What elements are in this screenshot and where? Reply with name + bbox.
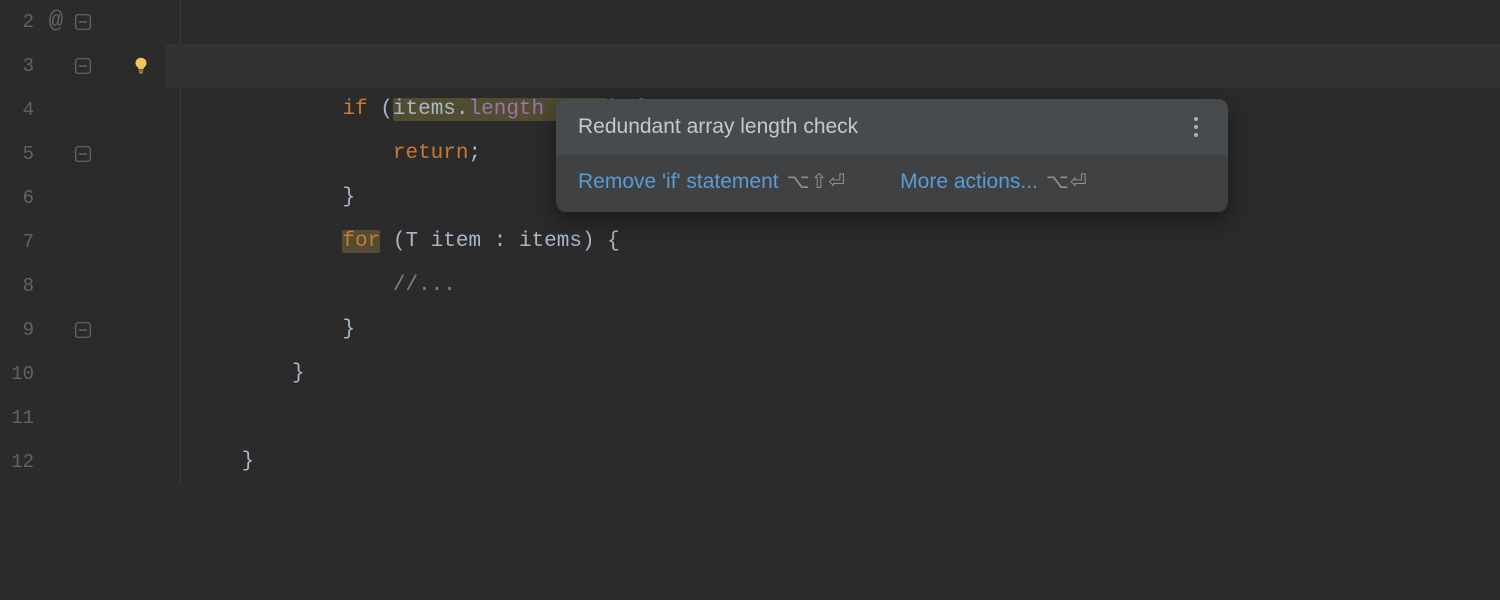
code-line[interactable] xyxy=(166,352,1500,396)
line-number: 2 xyxy=(0,0,34,44)
code-line-current[interactable]: if (items.length == 0) { xyxy=(166,44,1500,88)
quickfix-remove-if[interactable]: Remove 'if' statement xyxy=(578,170,779,194)
gutter-markers xyxy=(100,0,166,600)
inspection-popup: Redundant array length check Remove 'if'… xyxy=(556,99,1228,212)
gutter-fold xyxy=(70,0,100,600)
annotation-at-icon[interactable]: @ xyxy=(42,0,70,44)
line-number: 10 xyxy=(0,352,34,396)
gutter-line-numbers: 2 3 4 5 6 7 8 9 10 11 12 xyxy=(0,0,42,600)
code-line[interactable]: } xyxy=(166,308,1500,352)
fold-toggle-icon[interactable] xyxy=(74,57,92,75)
gutter-annotations: @ xyxy=(42,0,70,600)
intention-bulb-icon[interactable] xyxy=(130,55,152,77)
fold-toggle-icon[interactable] xyxy=(74,13,92,31)
fold-end-icon[interactable] xyxy=(74,145,92,163)
fold-end-icon[interactable] xyxy=(74,321,92,339)
code-editor[interactable]: 2 3 4 5 6 7 8 9 10 11 12 @ xyxy=(0,0,1500,600)
line-number: 5 xyxy=(0,132,34,176)
line-number: 6 xyxy=(0,176,34,220)
code-line[interactable]: } xyxy=(166,396,1500,440)
line-number: 11 xyxy=(0,396,34,440)
code-line[interactable] xyxy=(166,440,1500,484)
line-number: 7 xyxy=(0,220,34,264)
line-number: 9 xyxy=(0,308,34,352)
inspection-title: Redundant array length check xyxy=(578,115,858,139)
code-line[interactable]: <T> void iterate(T[] items) { xyxy=(166,0,1500,44)
code-line[interactable]: //... xyxy=(166,220,1500,264)
line-number: 4 xyxy=(0,88,34,132)
code-area[interactable]: <T> void iterate(T[] items) { if (items.… xyxy=(166,0,1500,600)
code-line[interactable]: } xyxy=(166,264,1500,308)
line-number: 12 xyxy=(0,440,34,484)
more-actions-link[interactable]: More actions... xyxy=(900,170,1038,194)
line-number: 3 xyxy=(0,44,34,88)
popup-body: Remove 'if' statement ⌥⇧⏎ More actions..… xyxy=(556,155,1228,212)
shortcut-hint: ⌥⏎ xyxy=(1046,169,1088,194)
shortcut-hint: ⌥⇧⏎ xyxy=(787,169,847,194)
line-number: 8 xyxy=(0,264,34,308)
more-options-icon[interactable] xyxy=(1186,115,1206,139)
popup-header: Redundant array length check xyxy=(556,99,1228,155)
